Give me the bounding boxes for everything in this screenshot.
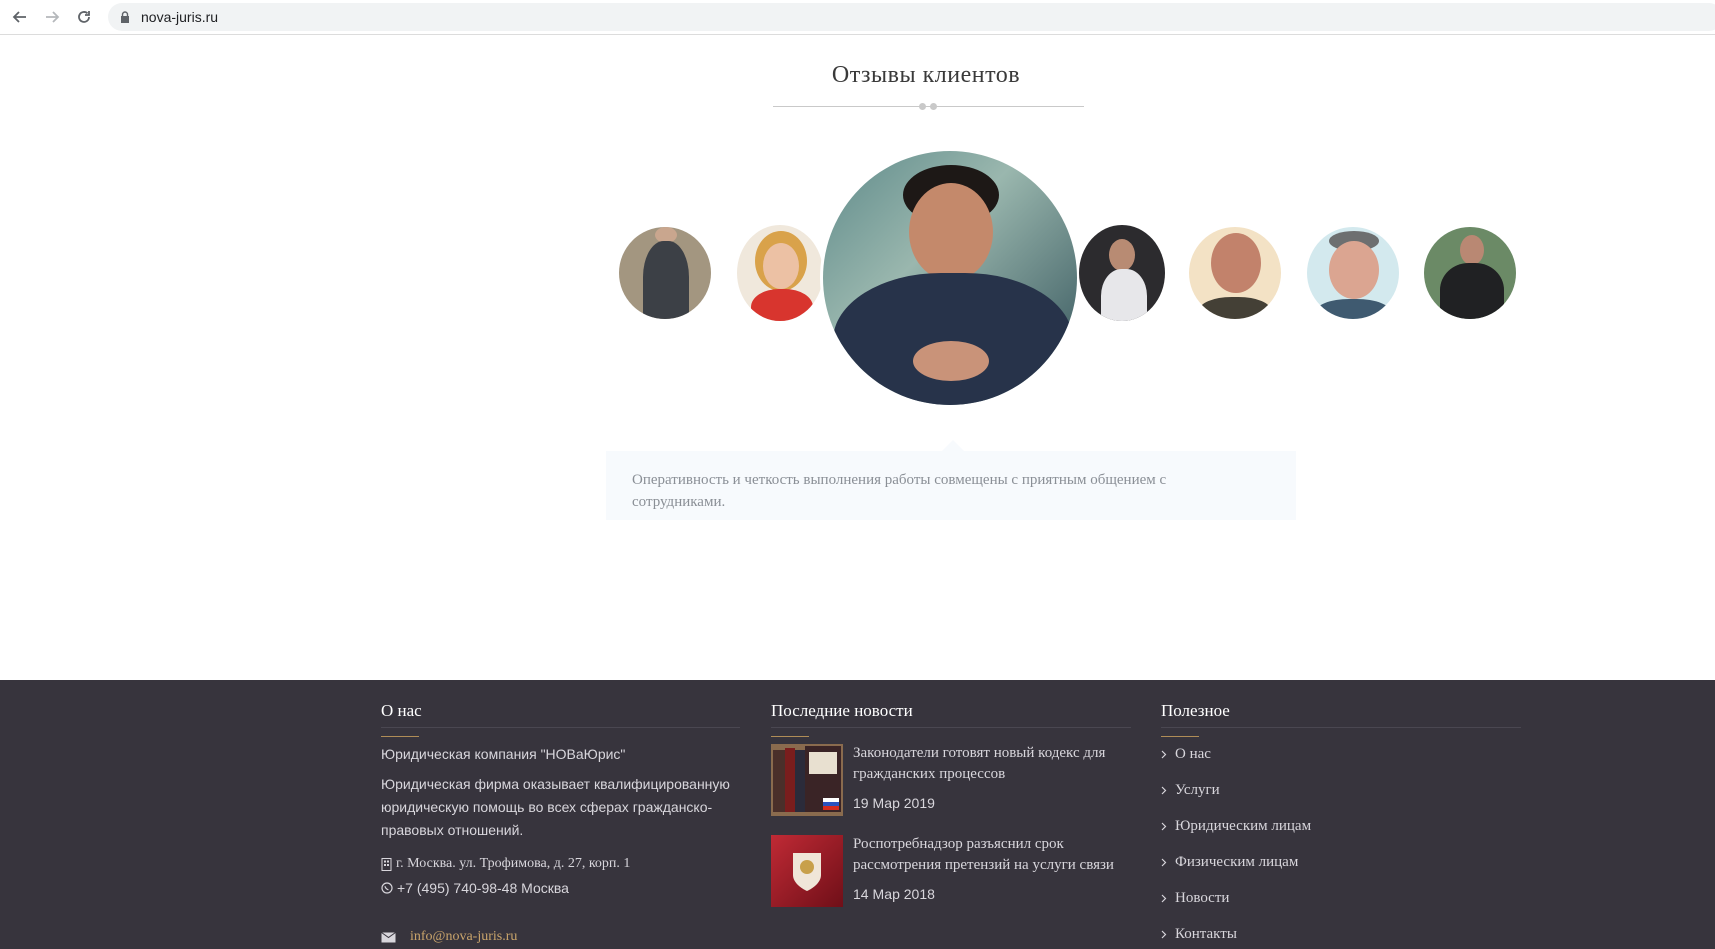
envelope-icon bbox=[381, 932, 396, 943]
footer-link-contacts[interactable]: Контакты bbox=[1161, 926, 1237, 943]
client-avatar[interactable] bbox=[619, 227, 711, 319]
back-button[interactable] bbox=[9, 6, 31, 28]
browser-toolbar: nova-juris.ru bbox=[0, 0, 1715, 35]
footer-link-label: Новости bbox=[1175, 890, 1230, 906]
news-item-date: 14 Мар 2018 bbox=[853, 886, 935, 902]
news-item-title[interactable]: Роспотребнадзор разъяснил срок рассмотре… bbox=[853, 834, 1138, 876]
footer-link-about[interactable]: О нас bbox=[1161, 746, 1211, 763]
chevron-right-icon bbox=[1161, 786, 1167, 795]
chevron-right-icon bbox=[1161, 930, 1167, 939]
column-accent-line bbox=[771, 736, 809, 737]
building-icon bbox=[381, 857, 392, 871]
client-avatar-active[interactable] bbox=[820, 148, 1080, 408]
arrow-right-icon bbox=[46, 11, 60, 23]
arrow-left-icon bbox=[12, 11, 26, 23]
email-link[interactable]: info@nova-juris.ru bbox=[410, 929, 517, 945]
address-line: г. Москва. ул. Трофимова, д. 27, корп. 1 bbox=[381, 856, 630, 872]
news-thumbnail[interactable] bbox=[771, 835, 843, 907]
address-bar[interactable]: nova-juris.ru bbox=[108, 3, 1715, 31]
site-footer: О нас Юридическая компания "НОВаЮрис" Юр… bbox=[0, 680, 1715, 949]
forward-button[interactable] bbox=[41, 6, 63, 28]
client-avatar[interactable] bbox=[1079, 225, 1165, 321]
footer-link-label: Физическим лицам bbox=[1175, 854, 1299, 870]
footer-link-label: Контакты bbox=[1175, 926, 1237, 942]
chevron-right-icon bbox=[1161, 858, 1167, 867]
reload-icon bbox=[78, 11, 90, 23]
client-avatar[interactable] bbox=[737, 225, 823, 321]
news-thumbnail[interactable] bbox=[771, 744, 843, 816]
footer-link-individuals[interactable]: Физическим лицам bbox=[1161, 854, 1298, 871]
footer-link-legal-entities[interactable]: Юридическим лицам bbox=[1161, 818, 1311, 835]
emblem-image bbox=[771, 835, 843, 907]
quote-pointer bbox=[942, 440, 964, 451]
company-name: Юридическая компания "НОВаЮрис" bbox=[381, 746, 626, 762]
column-accent-line bbox=[1161, 736, 1199, 737]
divider-dot bbox=[930, 103, 937, 110]
testimonial-quote-box: Оперативность и четкость выполнения рабо… bbox=[606, 451, 1296, 520]
news-item-title[interactable]: Законодатели готовят новый кодекс для гр… bbox=[853, 743, 1138, 785]
footer-news-title: Последние новости bbox=[771, 701, 913, 720]
testimonial-quote: Оперативность и четкость выполнения рабо… bbox=[632, 472, 1167, 510]
divider-dot bbox=[919, 103, 926, 110]
column-divider bbox=[771, 727, 1131, 728]
footer-link-services[interactable]: Услуги bbox=[1161, 782, 1220, 799]
whatsapp-icon bbox=[381, 882, 393, 894]
column-divider bbox=[381, 727, 740, 728]
client-avatar[interactable] bbox=[1307, 227, 1399, 319]
phone-text[interactable]: +7 (495) 740-98-48 Москва bbox=[397, 880, 569, 896]
chevron-right-icon bbox=[1161, 822, 1167, 831]
title-divider bbox=[773, 106, 1084, 107]
chevron-right-icon bbox=[1161, 750, 1167, 759]
section-title: Отзывы клиентов bbox=[831, 62, 1021, 88]
footer-link-news[interactable]: Новости bbox=[1161, 890, 1229, 907]
chevron-right-icon bbox=[1161, 894, 1167, 903]
company-description: Юридическая фирма оказывает квалифициров… bbox=[381, 776, 730, 838]
footer-link-label: Юридическим лицам bbox=[1175, 818, 1312, 834]
url-text: nova-juris.ru bbox=[141, 9, 219, 25]
footer-link-label: Услуги bbox=[1175, 782, 1220, 798]
phone-line: +7 (495) 740-98-48 Москва bbox=[381, 880, 569, 896]
client-avatar[interactable] bbox=[1189, 227, 1281, 319]
lock-icon bbox=[121, 11, 129, 23]
news-item-date: 19 Мар 2019 bbox=[853, 795, 935, 811]
footer-about-title: О нас bbox=[381, 701, 422, 720]
books-image bbox=[771, 744, 843, 816]
column-divider bbox=[1161, 727, 1521, 728]
footer-useful-title: Полезное bbox=[1161, 701, 1230, 720]
address-text: г. Москва. ул. Трофимова, д. 27, корп. 1 bbox=[396, 856, 631, 871]
footer-link-label: О нас bbox=[1175, 746, 1211, 762]
reload-button[interactable] bbox=[73, 6, 95, 28]
column-accent-line bbox=[381, 736, 419, 737]
client-avatar[interactable] bbox=[1424, 227, 1516, 319]
